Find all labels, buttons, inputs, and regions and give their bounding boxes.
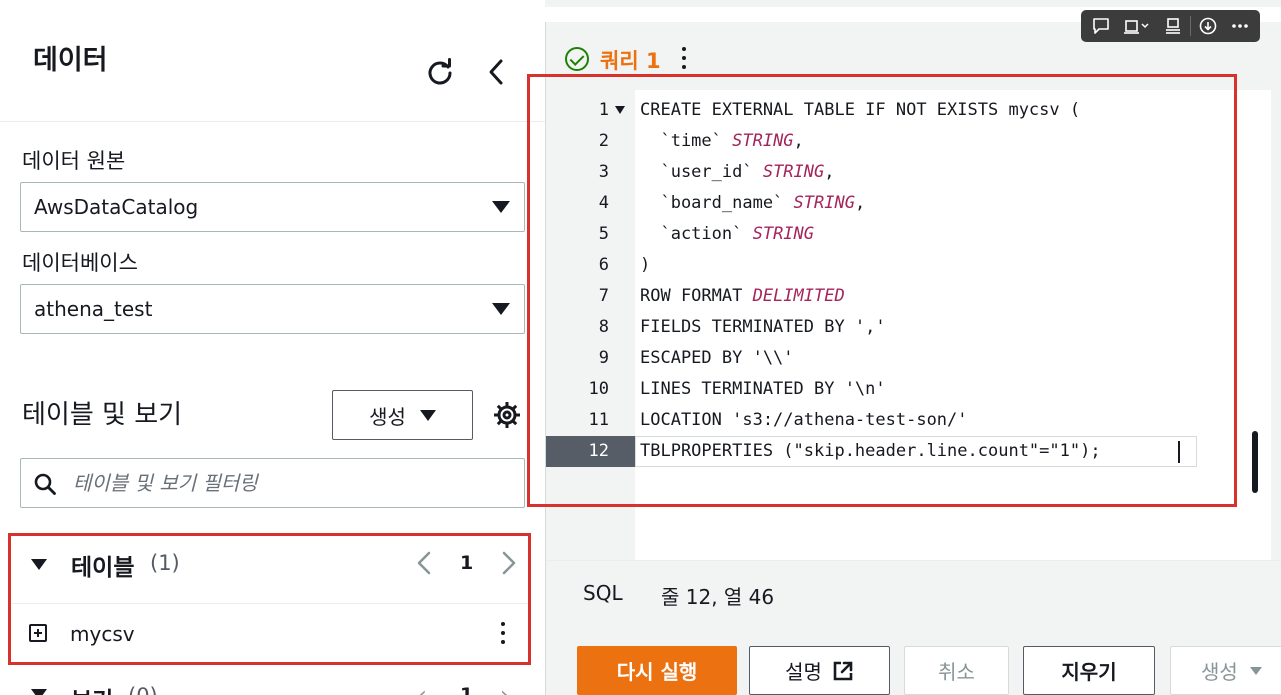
run-again-label: 다시 실행 xyxy=(616,660,698,684)
preferences-button[interactable] xyxy=(492,400,522,430)
clear-button[interactable]: 지우기 xyxy=(1023,646,1155,695)
cancel-button[interactable]: 취소 xyxy=(904,646,1009,695)
data-panel: 데이터 데이터 원본 AwsDataCatalog 데이터베이스 athena_… xyxy=(0,0,545,695)
status-cursor-position: 줄 12, 열 46 xyxy=(661,585,775,609)
frame-icon xyxy=(1124,20,1149,34)
refresh-icon xyxy=(428,58,452,85)
create-menu-label: 생성 xyxy=(1201,660,1238,684)
database-select[interactable]: athena_test xyxy=(20,284,525,334)
table-filter-input[interactable] xyxy=(73,467,513,499)
tables-views-title: 테이블 및 보기 xyxy=(22,400,183,430)
data-source-value: AwsDataCatalog xyxy=(34,195,199,219)
highlight-box-tables xyxy=(8,533,531,665)
ellipsis-icon xyxy=(1232,24,1248,28)
expand-down-icon[interactable] xyxy=(31,689,47,695)
success-check-icon xyxy=(565,47,589,71)
editor-scrollbar[interactable] xyxy=(1252,431,1258,493)
highlight-box-editor xyxy=(527,74,1237,507)
data-panel-title: 데이터 xyxy=(33,45,108,76)
cancel-label: 취소 xyxy=(938,660,975,684)
layout-button[interactable] xyxy=(1158,14,1188,38)
caret-down-icon xyxy=(492,201,510,213)
views-section-count: (0) xyxy=(128,684,158,695)
status-language: SQL xyxy=(583,581,623,605)
caret-down-icon xyxy=(419,409,436,421)
floating-toolbar xyxy=(1081,10,1260,42)
download-icon xyxy=(1199,17,1217,35)
layout-icon xyxy=(1166,18,1180,34)
clear-label: 지우기 xyxy=(1061,660,1117,684)
create-dropdown-button[interactable]: 생성 xyxy=(332,390,473,440)
query-tab-label[interactable]: 쿼리 1 xyxy=(600,45,661,75)
create-menu-button[interactable]: 생성 xyxy=(1170,646,1281,695)
frame-menu-button[interactable] xyxy=(1118,14,1156,38)
external-link-icon xyxy=(833,661,853,680)
gear-icon xyxy=(494,402,520,428)
data-source-select[interactable]: AwsDataCatalog xyxy=(20,182,525,232)
database-label: 데이터베이스 xyxy=(22,251,138,275)
caret-down-icon xyxy=(1249,666,1262,675)
caret-down-icon xyxy=(492,303,510,315)
chevron-left-icon xyxy=(489,59,503,85)
table-filter[interactable] xyxy=(20,458,525,508)
more-options-button[interactable] xyxy=(1225,14,1255,38)
tab-more-actions-icon[interactable] xyxy=(680,46,688,72)
explain-label: 설명 xyxy=(785,660,822,684)
editor-status-bar xyxy=(546,560,1281,624)
views-section-header[interactable]: 보기 (0) ‹ 1 › xyxy=(0,675,545,695)
comment-button[interactable] xyxy=(1086,14,1116,38)
search-icon xyxy=(34,473,56,495)
database-value: athena_test xyxy=(34,297,153,321)
collapse-panel-button[interactable] xyxy=(478,54,514,90)
page-prev-icon[interactable]: ‹ xyxy=(418,683,427,695)
views-section-title: 보기 xyxy=(71,681,113,695)
data-source-label: 데이터 원본 xyxy=(22,149,126,173)
explain-button[interactable]: 설명 xyxy=(749,646,890,695)
views-page-number[interactable]: 1 xyxy=(460,684,473,695)
create-button-label: 생성 xyxy=(369,404,406,429)
refresh-button[interactable] xyxy=(422,54,458,90)
download-button[interactable] xyxy=(1193,14,1223,38)
toolbar-separator xyxy=(1190,16,1191,36)
comment-icon xyxy=(1093,18,1109,34)
run-again-button[interactable]: 다시 실행 xyxy=(577,646,737,695)
page-next-icon[interactable]: › xyxy=(500,683,509,695)
